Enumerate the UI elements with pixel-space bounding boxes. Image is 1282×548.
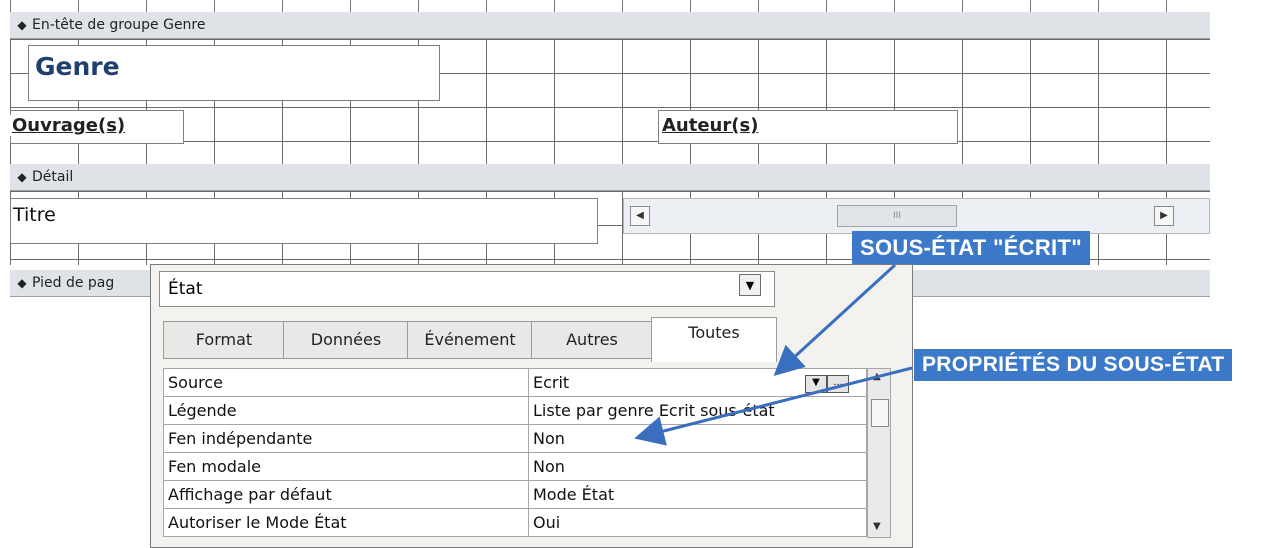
genre-label[interactable]: Genre xyxy=(28,45,440,101)
detail-band[interactable]: ◆ Détail xyxy=(10,164,1210,191)
builder-button[interactable]: ... xyxy=(827,375,849,393)
object-selector[interactable]: État xyxy=(159,271,775,307)
property-name: Fen indépendante xyxy=(163,424,529,453)
property-value[interactable]: Liste par genre Ecrit sous-état xyxy=(528,396,867,425)
property-name: Affichage par défaut xyxy=(163,480,529,509)
tab-toutes[interactable]: Toutes xyxy=(651,317,777,362)
band-marker-icon: ◆ xyxy=(17,170,27,184)
source-dropdown-icon[interactable]: ▼ xyxy=(805,375,827,393)
scroll-thumb[interactable]: III xyxy=(837,205,957,227)
subreport-ecrit[interactable]: ◀ III ▶ xyxy=(623,198,1210,234)
ouvrages-label: Ouvrage(s) xyxy=(10,115,128,136)
scroll-left-icon[interactable]: ◀ xyxy=(630,206,650,226)
table-row[interactable]: Source Ecrit xyxy=(163,368,867,397)
property-scrollbar[interactable]: ▲ ▼ xyxy=(867,368,891,538)
property-sheet: État ▼ Format Données Événement Autres T… xyxy=(150,264,913,548)
property-name: Autoriser le Mode État xyxy=(163,508,529,537)
group-header-band[interactable]: ◆ En-tête de groupe Genre xyxy=(10,12,1210,39)
tab-format[interactable]: Format xyxy=(163,321,285,359)
property-value[interactable]: Mode État xyxy=(528,480,867,509)
property-name: Source xyxy=(163,368,529,397)
property-value[interactable]: Oui xyxy=(528,508,867,537)
table-row[interactable]: Autoriser le Mode État Oui xyxy=(163,508,867,537)
band-marker-icon: ◆ xyxy=(17,276,27,290)
scroll-thumb[interactable] xyxy=(871,399,889,427)
scroll-down-icon[interactable]: ▼ xyxy=(873,521,881,532)
band-marker-icon: ◆ xyxy=(17,18,27,32)
property-name: Légende xyxy=(163,396,529,425)
detail-band-label: Détail xyxy=(32,169,74,185)
table-row[interactable]: Fen indépendante Non xyxy=(163,424,867,453)
tab-autres[interactable]: Autres xyxy=(531,321,653,359)
property-value[interactable]: Non xyxy=(528,424,867,453)
table-row[interactable]: Légende Liste par genre Ecrit sous-état xyxy=(163,396,867,425)
scroll-up-icon[interactable]: ▲ xyxy=(873,371,881,382)
group-header-band-label: En-tête de groupe Genre xyxy=(32,17,206,33)
subreport-callout: SOUS-ÉTAT "ÉCRIT" xyxy=(852,231,1090,265)
table-row[interactable]: Affichage par défaut Mode État xyxy=(163,480,867,509)
properties-callout: PROPRIÉTÉS DU SOUS-ÉTAT xyxy=(914,349,1233,381)
scroll-right-icon[interactable]: ▶ xyxy=(1154,206,1174,226)
property-value[interactable]: Non xyxy=(528,452,867,481)
titre-field[interactable]: Titre xyxy=(10,198,598,244)
top-ruler xyxy=(10,0,1210,12)
page-footer-band-label: Pied de pag xyxy=(32,275,115,291)
auteurs-label: Auteur(s) xyxy=(660,115,761,136)
property-grid: Source Ecrit Légende Liste par genre Ecr… xyxy=(163,368,867,537)
tab-evenement[interactable]: Événement xyxy=(407,321,533,359)
tab-donnees[interactable]: Données xyxy=(283,321,409,359)
property-name: Fen modale xyxy=(163,452,529,481)
table-row[interactable]: Fen modale Non xyxy=(163,452,867,481)
chevron-down-icon[interactable]: ▼ xyxy=(739,274,761,296)
